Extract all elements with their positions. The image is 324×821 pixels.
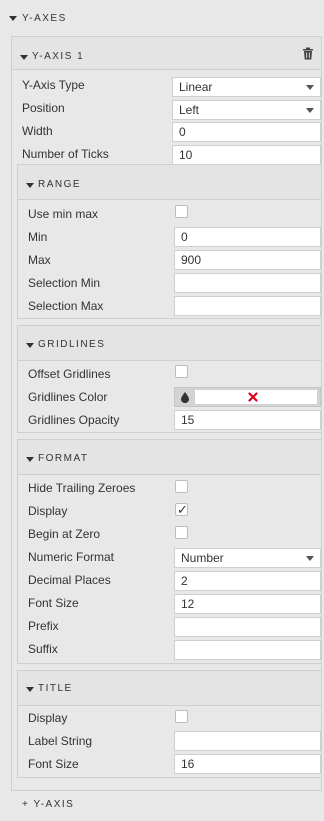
trash-icon[interactable] bbox=[302, 47, 314, 60]
range-title: RANGE bbox=[38, 179, 82, 190]
position-select[interactable]: Left bbox=[172, 100, 321, 120]
width-input[interactable]: 0 bbox=[172, 122, 321, 142]
collapse-triangle-icon bbox=[26, 343, 34, 348]
decimal-places-input[interactable]: 2 bbox=[174, 571, 321, 591]
hide-trailing-zeroes-checkbox[interactable] bbox=[175, 480, 188, 493]
selection-min-label: Selection Min bbox=[28, 276, 101, 290]
gridlines-color-picker[interactable] bbox=[174, 387, 321, 407]
y-axis-type-label: Y-Axis Type bbox=[22, 78, 85, 92]
color-dropper-icon[interactable] bbox=[181, 392, 189, 406]
max-label: Max bbox=[28, 253, 51, 267]
display-checkbox[interactable]: ✓ bbox=[175, 503, 188, 516]
title-font-size-input[interactable]: 16 bbox=[174, 754, 321, 774]
min-label: Min bbox=[28, 230, 48, 244]
offset-gridlines-label: Offset Gridlines bbox=[28, 367, 111, 381]
selection-max-label: Selection Max bbox=[28, 299, 104, 313]
numeric-format-select[interactable]: Number bbox=[174, 548, 321, 568]
suffix-input[interactable] bbox=[174, 640, 321, 660]
gridlines-color-label: Gridlines Color bbox=[28, 390, 108, 404]
position-label: Position bbox=[22, 101, 65, 115]
title-display-checkbox[interactable] bbox=[175, 710, 188, 723]
selection-max-input[interactable] bbox=[174, 296, 321, 316]
label-string-input[interactable] bbox=[174, 731, 321, 751]
checkmark-icon: ✓ bbox=[177, 502, 188, 517]
collapse-triangle-icon bbox=[26, 183, 34, 188]
font-size-label: Font Size bbox=[28, 596, 79, 610]
gridlines-opacity-label: Gridlines Opacity bbox=[28, 413, 120, 427]
hide-trailing-zeroes-label: Hide Trailing Zeroes bbox=[28, 481, 136, 495]
chevron-down-icon bbox=[306, 108, 314, 113]
collapse-triangle-icon bbox=[9, 16, 17, 21]
numeric-format-label: Numeric Format bbox=[28, 550, 115, 564]
position-value: Left bbox=[179, 103, 200, 117]
title-section-title: TITLE bbox=[38, 683, 73, 694]
selection-min-input[interactable] bbox=[174, 273, 321, 293]
use-min-max-label: Use min max bbox=[28, 207, 99, 221]
chevron-down-icon bbox=[306, 556, 314, 561]
collapse-triangle-icon bbox=[26, 457, 34, 462]
min-input[interactable]: 0 bbox=[174, 227, 321, 247]
y-axis-type-select[interactable]: Linear bbox=[172, 77, 321, 97]
begin-at-zero-checkbox[interactable] bbox=[175, 526, 188, 539]
number-of-ticks-input[interactable]: 10 bbox=[172, 145, 321, 165]
width-label: Width bbox=[22, 124, 53, 138]
suffix-label: Suffix bbox=[28, 642, 58, 656]
collapse-triangle-icon bbox=[20, 55, 28, 60]
offset-gridlines-checkbox[interactable] bbox=[175, 365, 188, 378]
title-display-label: Display bbox=[28, 711, 68, 725]
font-size-input[interactable]: 12 bbox=[174, 594, 321, 614]
collapse-triangle-icon bbox=[26, 687, 34, 692]
numeric-format-value: Number bbox=[181, 551, 224, 565]
y-axis-1-title: Y-AXIS 1 bbox=[32, 51, 85, 62]
add-y-axis-button[interactable]: + Y-AXIS bbox=[22, 799, 74, 810]
title-font-size-label: Font Size bbox=[28, 757, 79, 771]
display-label: Display bbox=[28, 504, 68, 518]
number-of-ticks-label: Number of Ticks bbox=[22, 147, 109, 161]
decimal-places-label: Decimal Places bbox=[28, 573, 111, 587]
y-axis-type-value: Linear bbox=[179, 80, 213, 94]
begin-at-zero-label: Begin at Zero bbox=[28, 527, 101, 541]
label-string-label: Label String bbox=[28, 734, 93, 748]
max-input[interactable]: 900 bbox=[174, 250, 321, 270]
prefix-input[interactable] bbox=[174, 617, 321, 637]
prefix-label: Prefix bbox=[28, 619, 59, 633]
clear-color-icon[interactable] bbox=[248, 391, 258, 403]
format-title: FORMAT bbox=[38, 453, 89, 464]
y-axes-header[interactable]: Y-AXES bbox=[0, 0, 324, 34]
chevron-down-icon bbox=[306, 85, 314, 90]
y-axes-title: Y-AXES bbox=[22, 13, 67, 24]
gridlines-title: GRIDLINES bbox=[38, 339, 106, 350]
gridlines-opacity-input[interactable]: 15 bbox=[174, 410, 321, 430]
use-min-max-checkbox[interactable] bbox=[175, 205, 188, 218]
